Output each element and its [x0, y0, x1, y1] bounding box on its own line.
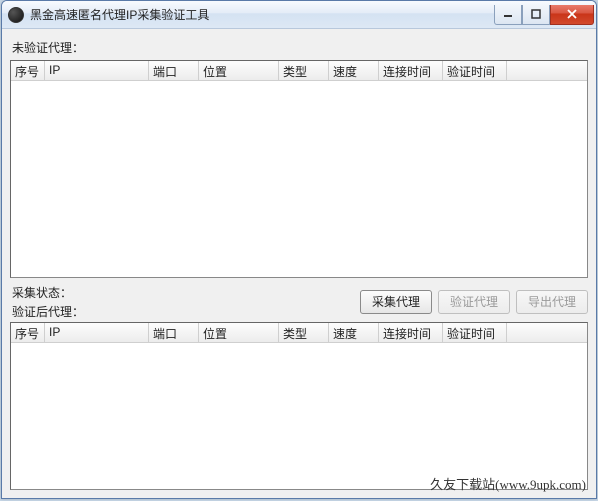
minimize-button[interactable] [494, 5, 522, 25]
unverified-listview[interactable]: 序号 IP 端口 位置 类型 速度 连接时间 验证时间 [10, 60, 588, 278]
col-speed[interactable]: 速度 [329, 61, 379, 80]
export-button: 导出代理 [516, 290, 588, 314]
verify-button: 验证代理 [438, 290, 510, 314]
unverified-body[interactable] [11, 81, 587, 277]
col-location[interactable]: 位置 [199, 61, 279, 80]
col-ip[interactable]: IP [45, 61, 149, 80]
status-labels: 采集状态： 验证后代理： [10, 284, 354, 320]
col-verify-time[interactable]: 验证时间 [443, 61, 507, 80]
col-speed[interactable]: 速度 [329, 323, 379, 342]
col-spacer [507, 61, 587, 80]
middle-toolbar: 采集状态： 验证后代理： 采集代理 验证代理 导出代理 [10, 284, 588, 320]
col-port[interactable]: 端口 [149, 323, 199, 342]
minimize-icon [503, 9, 513, 19]
col-seq[interactable]: 序号 [11, 61, 45, 80]
maximize-icon [531, 9, 541, 19]
col-seq[interactable]: 序号 [11, 323, 45, 342]
col-type[interactable]: 类型 [279, 323, 329, 342]
col-port[interactable]: 端口 [149, 61, 199, 80]
window-controls [494, 5, 594, 25]
col-connect-time[interactable]: 连接时间 [379, 61, 443, 80]
col-type[interactable]: 类型 [279, 61, 329, 80]
verified-body[interactable] [11, 343, 587, 489]
close-icon [566, 9, 578, 19]
maximize-button[interactable] [522, 5, 550, 25]
window-title: 黑金高速匿名代理IP采集验证工具 [30, 6, 494, 23]
col-spacer [507, 323, 587, 342]
client-area: 未验证代理： 序号 IP 端口 位置 类型 速度 连接时间 验证时间 采集状态：… [2, 29, 596, 498]
close-button[interactable] [550, 5, 594, 25]
verified-listview[interactable]: 序号 IP 端口 位置 类型 速度 连接时间 验证时间 [10, 322, 588, 490]
col-connect-time[interactable]: 连接时间 [379, 323, 443, 342]
app-icon [8, 7, 24, 23]
col-ip[interactable]: IP [45, 323, 149, 342]
unverified-header: 序号 IP 端口 位置 类型 速度 连接时间 验证时间 [11, 61, 587, 81]
verified-label: 验证后代理： [12, 303, 354, 320]
col-verify-time[interactable]: 验证时间 [443, 323, 507, 342]
titlebar[interactable]: 黑金高速匿名代理IP采集验证工具 [2, 1, 596, 29]
app-window: 黑金高速匿名代理IP采集验证工具 未验证代理： 序号 IP 端口 位置 类型 速… [1, 0, 597, 499]
collect-button[interactable]: 采集代理 [360, 290, 432, 314]
verified-header: 序号 IP 端口 位置 类型 速度 连接时间 验证时间 [11, 323, 587, 343]
unverified-label: 未验证代理： [12, 39, 588, 56]
col-location[interactable]: 位置 [199, 323, 279, 342]
collect-status-label: 采集状态： [12, 284, 354, 301]
